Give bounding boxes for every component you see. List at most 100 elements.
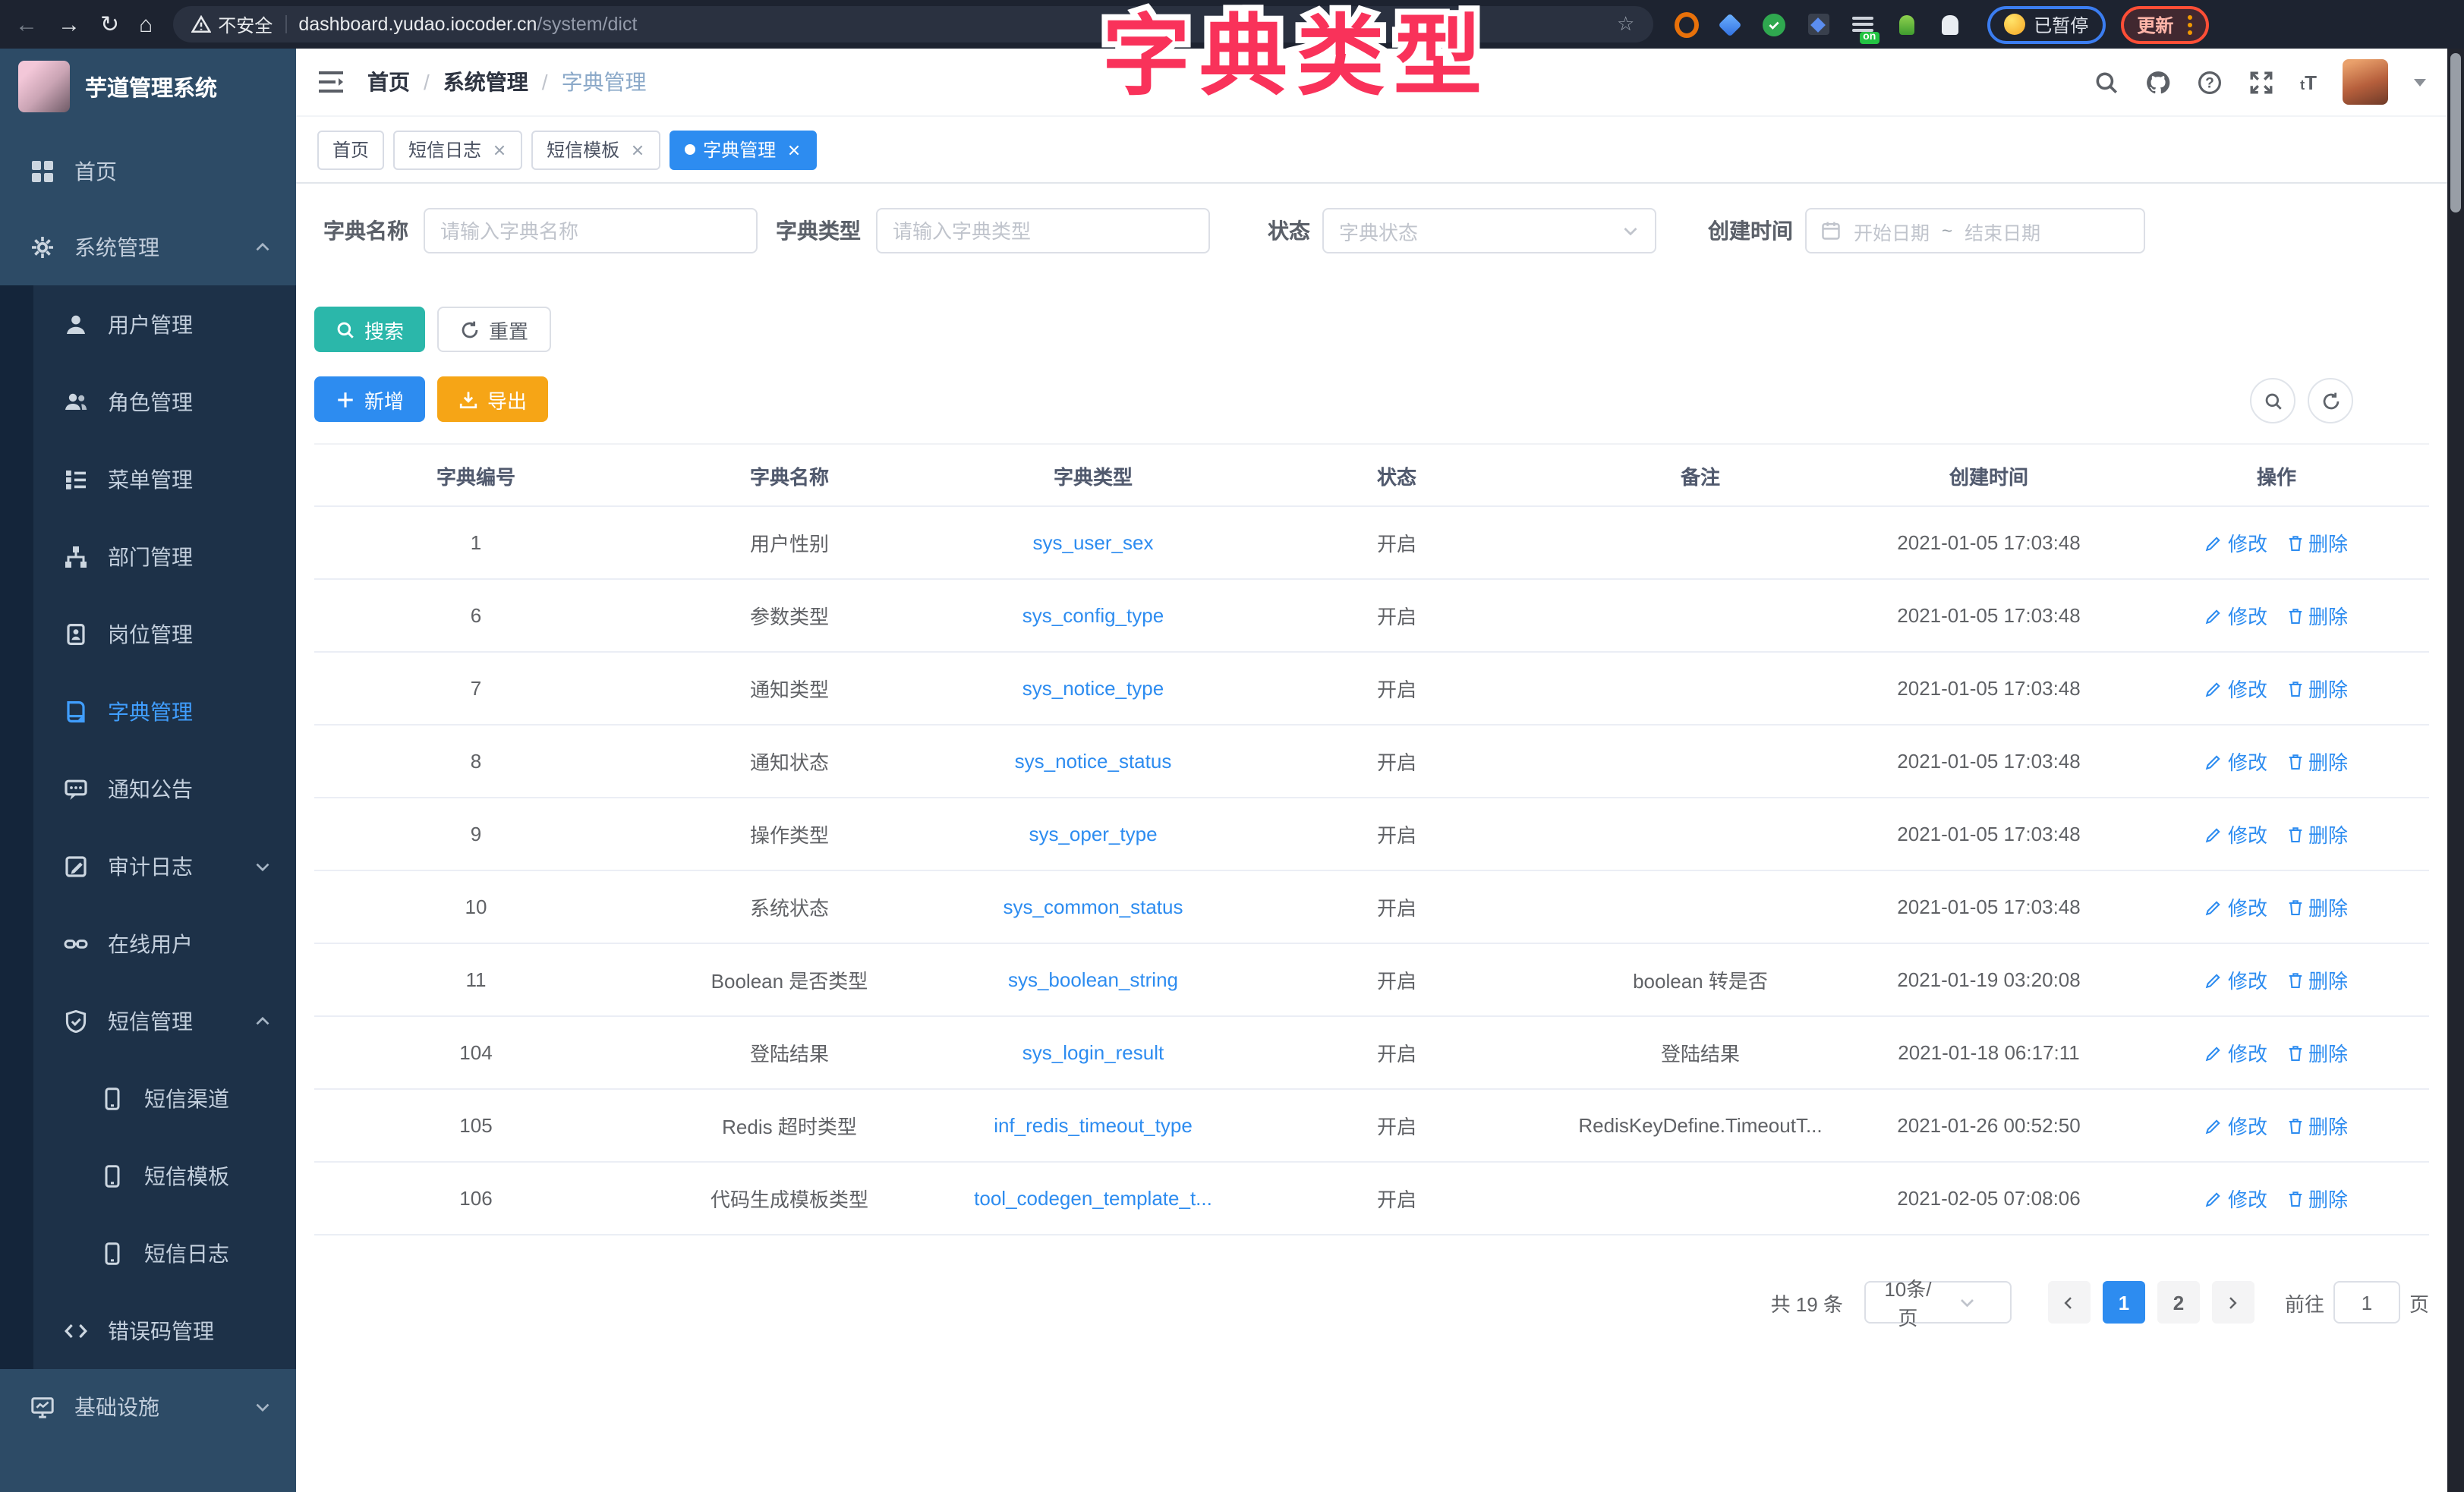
goto-page-input[interactable]: [2333, 1281, 2400, 1324]
cell-type[interactable]: sys_oper_type: [941, 823, 1245, 845]
paused-extension-badge[interactable]: 已暂停: [1987, 5, 2105, 43]
cell-type[interactable]: sys_config_type: [941, 604, 1245, 627]
search-button[interactable]: 搜索: [314, 307, 425, 352]
export-button[interactable]: 导出: [437, 376, 548, 422]
scrollbar-thumb[interactable]: [2450, 53, 2461, 212]
sidebar-item-16[interactable]: 基础设施: [0, 1369, 296, 1445]
avatar[interactable]: [2343, 59, 2388, 105]
browser-reload-icon[interactable]: ↻: [100, 13, 119, 36]
tab-2[interactable]: 短信模板: [531, 130, 660, 169]
page-button-1[interactable]: 1: [2103, 1281, 2145, 1324]
cell-type[interactable]: tool_codegen_template_t...: [941, 1187, 1245, 1210]
next-page-button[interactable]: [2212, 1281, 2254, 1324]
cell-type[interactable]: sys_boolean_string: [941, 968, 1245, 991]
browser-forward-icon[interactable]: →: [58, 13, 80, 36]
sidebar-item-0[interactable]: 首页: [0, 134, 296, 209]
sidebar-item-9[interactable]: 审计日志: [0, 827, 296, 905]
delete-link[interactable]: 删除: [2286, 674, 2348, 703]
breadcrumb-item-system[interactable]: 系统管理: [443, 67, 528, 97]
help-icon[interactable]: ?: [2197, 69, 2223, 95]
extension-icon[interactable]: [1718, 12, 1742, 36]
chevron-down-icon[interactable]: [2414, 78, 2426, 86]
page-button-2[interactable]: 2: [2157, 1281, 2200, 1324]
font-size-icon[interactable]: tT: [2300, 72, 2317, 92]
extension-icon[interactable]: [1894, 12, 1918, 36]
delete-link[interactable]: 删除: [2286, 528, 2348, 557]
tab-0[interactable]: 首页: [317, 130, 384, 169]
refresh-table-button[interactable]: [2308, 378, 2353, 423]
browser-home-icon[interactable]: ⌂: [139, 13, 153, 36]
extension-icon[interactable]: [1674, 12, 1698, 36]
status-select[interactable]: 字典状态: [1322, 208, 1656, 253]
sidebar-item-12[interactable]: 短信渠道: [0, 1059, 296, 1137]
cell-type[interactable]: sys_login_result: [941, 1041, 1245, 1064]
edit-link[interactable]: 修改: [2205, 892, 2267, 921]
search-icon[interactable]: [2094, 69, 2119, 95]
url-host: dashboard.yudao.iocoder.cn: [298, 14, 537, 35]
edit-link[interactable]: 修改: [2205, 1111, 2267, 1140]
page-size-select[interactable]: 10条/页: [1864, 1281, 2012, 1324]
extension-icon[interactable]: on: [1850, 12, 1874, 36]
cell-type[interactable]: sys_common_status: [941, 896, 1245, 918]
delete-link[interactable]: 删除: [2286, 820, 2348, 848]
dict-type-input[interactable]: [876, 208, 1210, 253]
github-icon[interactable]: [2145, 69, 2171, 95]
sidebar-item-6[interactable]: 岗位管理: [0, 595, 296, 672]
sidebar-item-10[interactable]: 在线用户: [0, 905, 296, 982]
toggle-search-button[interactable]: [2250, 378, 2295, 423]
sidebar-item-2[interactable]: 用户管理: [0, 285, 296, 363]
add-button[interactable]: 新增: [314, 376, 425, 422]
browser-back-icon[interactable]: ←: [15, 13, 38, 36]
extension-icon[interactable]: [1806, 12, 1830, 36]
edit-link[interactable]: 修改: [2205, 820, 2267, 848]
delete-link[interactable]: 删除: [2286, 1184, 2348, 1213]
extension-icon[interactable]: [1762, 12, 1786, 36]
delete-link[interactable]: 删除: [2286, 1038, 2348, 1067]
cell-id: 1: [314, 531, 638, 554]
app-logo-row[interactable]: 芋道管理系统: [0, 49, 296, 124]
delete-link[interactable]: 删除: [2286, 601, 2348, 630]
cell-type[interactable]: sys_notice_type: [941, 677, 1245, 700]
edit-link[interactable]: 修改: [2205, 965, 2267, 994]
delete-link[interactable]: 删除: [2286, 892, 2348, 921]
edit-link[interactable]: 修改: [2205, 601, 2267, 630]
tab-3[interactable]: 字典管理: [670, 130, 817, 169]
delete-link[interactable]: 删除: [2286, 747, 2348, 776]
sidebar-item-15[interactable]: 错误码管理: [0, 1292, 296, 1369]
scrollbar[interactable]: [2447, 49, 2464, 1492]
column-header: 字典编号: [314, 461, 638, 489]
breadcrumb-item-home[interactable]: 首页: [367, 67, 410, 97]
delete-link[interactable]: 删除: [2286, 1111, 2348, 1140]
edit-link[interactable]: 修改: [2205, 528, 2267, 557]
sidebar-item-7[interactable]: 字典管理: [0, 672, 296, 750]
prev-page-button[interactable]: [2048, 1281, 2091, 1324]
delete-link[interactable]: 删除: [2286, 965, 2348, 994]
tab-1[interactable]: 短信日志: [393, 130, 522, 169]
edit-link[interactable]: 修改: [2205, 1184, 2267, 1213]
sidebar-item-11[interactable]: 短信管理: [0, 982, 296, 1059]
cell-type[interactable]: sys_notice_status: [941, 750, 1245, 773]
edit-link[interactable]: 修改: [2205, 747, 2267, 776]
edit-link[interactable]: 修改: [2205, 674, 2267, 703]
sidebar-item-5[interactable]: 部门管理: [0, 518, 296, 595]
fullscreen-icon[interactable]: [2248, 69, 2274, 95]
sidebar-item-1[interactable]: 系统管理: [0, 209, 296, 285]
cell-type[interactable]: inf_redis_timeout_type: [941, 1114, 1245, 1137]
bookmark-star-icon[interactable]: ☆: [1617, 12, 1634, 36]
date-range-picker[interactable]: 开始日期 ~ 结束日期: [1805, 208, 2145, 253]
sidebar-item-8[interactable]: 通知公告: [0, 750, 296, 827]
edit-link[interactable]: 修改: [2205, 1038, 2267, 1067]
dict-name-input[interactable]: [424, 208, 758, 253]
cell-type[interactable]: sys_user_sex: [941, 531, 1245, 554]
delete-label: 删除: [2308, 965, 2348, 994]
sidebar-item-14[interactable]: 短信日志: [0, 1214, 296, 1292]
address-bar[interactable]: 不安全 dashboard.yudao.iocoder.cn /system/d…: [172, 6, 1653, 42]
browser-menu-icon[interactable]: [2187, 14, 2191, 34]
hamburger-icon[interactable]: [317, 70, 345, 94]
extension-icon[interactable]: [1938, 12, 1962, 36]
reset-button[interactable]: 重置: [437, 307, 551, 352]
sidebar-item-4[interactable]: 菜单管理: [0, 440, 296, 518]
sidebar-item-3[interactable]: 角色管理: [0, 363, 296, 440]
sidebar-item-13[interactable]: 短信模板: [0, 1137, 296, 1214]
browser-update-button[interactable]: 更新: [2120, 5, 2208, 43]
